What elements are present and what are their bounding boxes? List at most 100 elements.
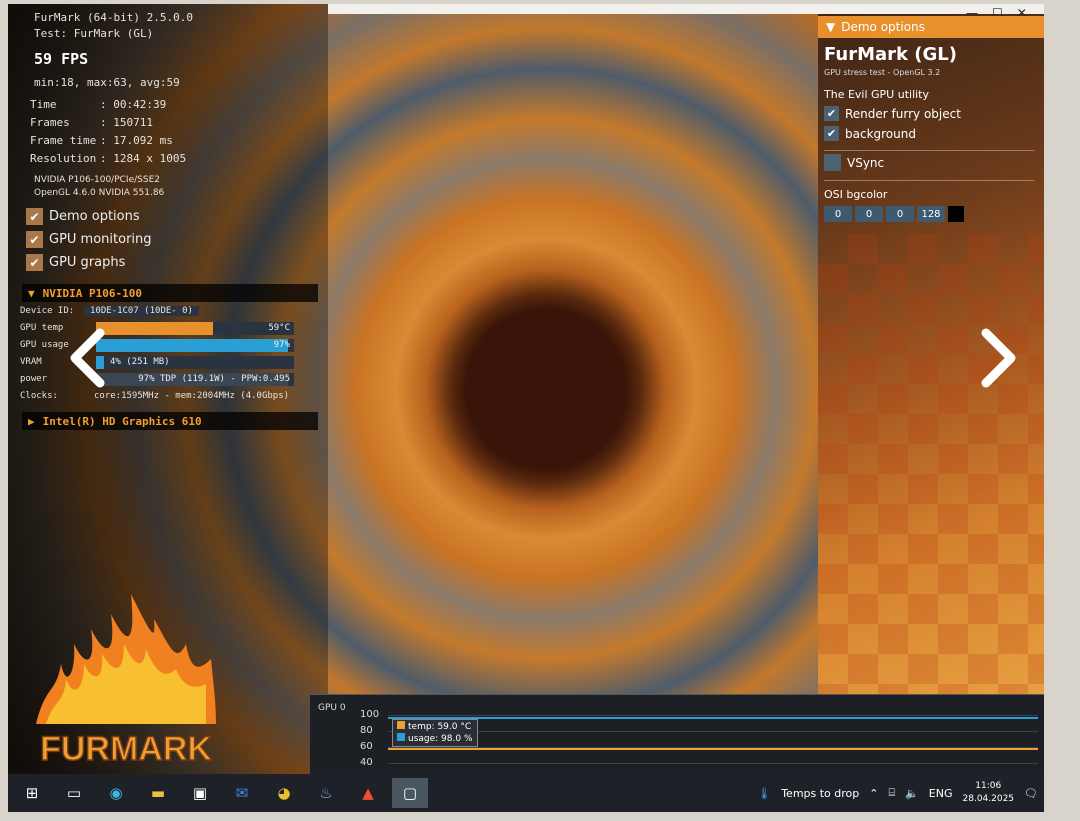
thermometer-icon[interactable]: 🌡 <box>757 787 771 800</box>
monitor-bezel: — ☐ ✕ FurMark (64-bit) 2.5.0.0 Test: Fur… <box>0 0 1080 821</box>
chevron-up-icon[interactable]: ⌃ <box>869 787 878 800</box>
demo-options-header[interactable]: ▼ Demo options <box>818 16 1044 38</box>
stat-value: : 150711 <box>100 116 153 129</box>
legend-label: usage: 98.0 % <box>408 734 473 744</box>
background-pattern <box>818 234 1044 694</box>
option-label: Render furry object <box>845 106 961 121</box>
checkmark-icon: ✔ <box>26 254 43 271</box>
option-label: VSync <box>847 155 885 170</box>
stat-row: Frame time: 17.092 ms <box>30 132 186 150</box>
graph-legend: temp: 59.0 °C usage: 98.0 % <box>392 719 478 747</box>
network-icon[interactable]: ⌸ <box>888 786 895 800</box>
gpu-temp-value: 59°C <box>268 323 290 333</box>
checkmark-icon: ✔ <box>26 208 43 225</box>
active-window-icon[interactable]: ▢ <box>392 778 428 808</box>
file-explorer-icon[interactable]: ▬ <box>140 778 176 808</box>
option-background[interactable]: ✔ background <box>824 126 916 141</box>
browser-top-strip <box>328 4 1044 14</box>
legend-label: temp: 59.0 °C <box>408 722 472 732</box>
y-tick: 100 <box>360 709 380 720</box>
stat-value: : 17.092 ms <box>100 134 173 147</box>
next-arrow-icon[interactable] <box>966 328 1026 388</box>
stat-key: Resolution <box>30 152 97 165</box>
previous-arrow-icon[interactable] <box>60 328 120 388</box>
grid-line <box>388 731 1038 732</box>
furmark-taskbar-icon[interactable]: ▲ <box>350 778 386 808</box>
clock-time: 11:06 <box>975 781 1002 791</box>
divider <box>824 180 1034 181</box>
edge-browser-icon[interactable]: ◉ <box>98 778 134 808</box>
stat-value: : 00:42:39 <box>100 98 167 111</box>
gpu-section-header[interactable]: ▼ NVIDIA P106-100 <box>22 284 318 302</box>
osi-g-input[interactable]: 0 <box>855 206 883 222</box>
test-name: Test: FurMark (GL) <box>34 27 154 40</box>
stat-key: Frames <box>30 116 70 129</box>
toggle-gpu-graphs[interactable]: ✔ GPU graphs <box>26 254 125 271</box>
osi-b-input[interactable]: 0 <box>886 206 914 222</box>
clocks-row: Clocks: core:1595MHz - mem:2004MHz (4.0G… <box>20 389 289 403</box>
toggle-demo-options[interactable]: ✔ Demo options <box>26 208 140 225</box>
notifications-icon[interactable]: 🗨 <box>1024 787 1038 800</box>
legend-swatch <box>397 721 405 729</box>
gpu-info: NVIDIA P106-100/PCIe/SSE2 OpenGL 4.6.0 N… <box>34 174 164 200</box>
osi-color-swatch[interactable] <box>948 206 964 222</box>
checkmark-icon: ✔ <box>26 231 43 248</box>
fps-readout: 59 FPS <box>34 50 89 68</box>
chrome-icon[interactable]: ◕ <box>266 778 302 808</box>
checkmark-icon: ✔ <box>824 106 839 121</box>
demo-title: FurMark (GL) <box>824 44 957 65</box>
stat-key: Frame time <box>30 134 97 147</box>
toggle-gpu-monitoring[interactable]: ✔ GPU monitoring <box>26 231 152 248</box>
vram-value: 4% (251 MB) <box>110 357 170 367</box>
volume-icon[interactable]: 🔈 <box>905 787 919 800</box>
task-view-icon[interactable]: ▭ <box>56 778 92 808</box>
screen: — ☐ ✕ FurMark (64-bit) 2.5.0.0 Test: Fur… <box>8 4 1044 812</box>
fps-minmax: min:18, max:63, avg:59 <box>34 76 180 89</box>
osi-r-input[interactable]: 0 <box>824 206 852 222</box>
option-label: background <box>845 126 916 141</box>
stat-row: Frames : 150711 <box>30 114 186 132</box>
stats-block: Time : 00:42:39 Frames : 150711 Frame time… <box>30 96 186 168</box>
grid-line <box>388 763 1038 764</box>
store-icon[interactable]: ▣ <box>182 778 218 808</box>
language-indicator[interactable]: ENG <box>929 787 953 800</box>
checkmark-icon: ✔ <box>824 126 839 141</box>
device-id-row: Device ID: 10DE-1C07 (10DE- 0) <box>20 304 199 318</box>
osi-bgcolor-inputs: 0 0 0 128 <box>824 206 964 222</box>
toggle-label: GPU graphs <box>49 255 126 270</box>
gpu-usage-bar: 97% <box>96 338 294 352</box>
windows-taskbar: ⊞ ▭ ◉ ▬ ▣ ✉ ◕ ♨ ▲ ▢ 🌡 Temps to drop ⌃ ⌸ … <box>8 774 1044 812</box>
gpu-temp-bar: 59°C <box>96 321 294 335</box>
divider <box>824 150 1034 151</box>
legend-usage: usage: 98.0 % <box>397 733 473 745</box>
clock[interactable]: 11:06 28.04.2025 <box>963 780 1015 806</box>
mail-icon[interactable]: ✉ <box>224 778 260 808</box>
y-tick: 80 <box>360 725 373 736</box>
opengl-version: OpenGL 4.6.0 NVIDIA 551.86 <box>34 188 165 198</box>
igpu-name: Intel(R) HD Graphics 610 <box>42 414 202 428</box>
app-version: FurMark (64-bit) 2.5.0.0 <box>34 11 193 24</box>
demo-subtitle: GPU stress test - OpenGL 3.2 <box>824 68 941 77</box>
legend-temp: temp: 59.0 °C <box>397 721 473 733</box>
demo-options-header-label: Demo options <box>841 20 925 34</box>
osd-title: FurMark (64-bit) 2.5.0.0 Test: FurMark (… <box>34 10 193 42</box>
steam-icon[interactable]: ♨ <box>308 778 344 808</box>
triangle-down-icon: ▼ <box>28 286 35 300</box>
igpu-section-header[interactable]: ▶ Intel(R) HD Graphics 610 <box>22 412 318 430</box>
stat-value: : 1284 x 1005 <box>100 152 187 165</box>
windows-start-icon[interactable]: ⊞ <box>14 778 50 808</box>
logo-text: FURMARK <box>40 730 212 768</box>
option-render-furry-object[interactable]: ✔ Render furry object <box>824 106 961 121</box>
clocks-value: core:1595MHz - mem:2004MHz (4.0Gbps) <box>94 391 290 401</box>
weather-text[interactable]: Temps to drop <box>781 787 859 800</box>
stat-key: Time <box>30 98 57 111</box>
stat-row: Time : 00:42:39 <box>30 96 186 114</box>
usage-trace <box>388 717 1038 719</box>
osi-a-input[interactable]: 128 <box>917 206 945 222</box>
power-value: 97% TDP (119.1W) - PPW:0.495 <box>138 374 290 384</box>
device-id-value: 10DE-1C07 (10DE- 0) <box>84 306 199 316</box>
option-vsync[interactable]: VSync <box>824 154 884 171</box>
system-tray: 🌡 Temps to drop ⌃ ⌸ 🔈 ENG 11:06 28.04.20… <box>757 774 1038 812</box>
demo-tagline: The Evil GPU utility <box>824 88 930 101</box>
y-tick: 60 <box>360 741 373 752</box>
